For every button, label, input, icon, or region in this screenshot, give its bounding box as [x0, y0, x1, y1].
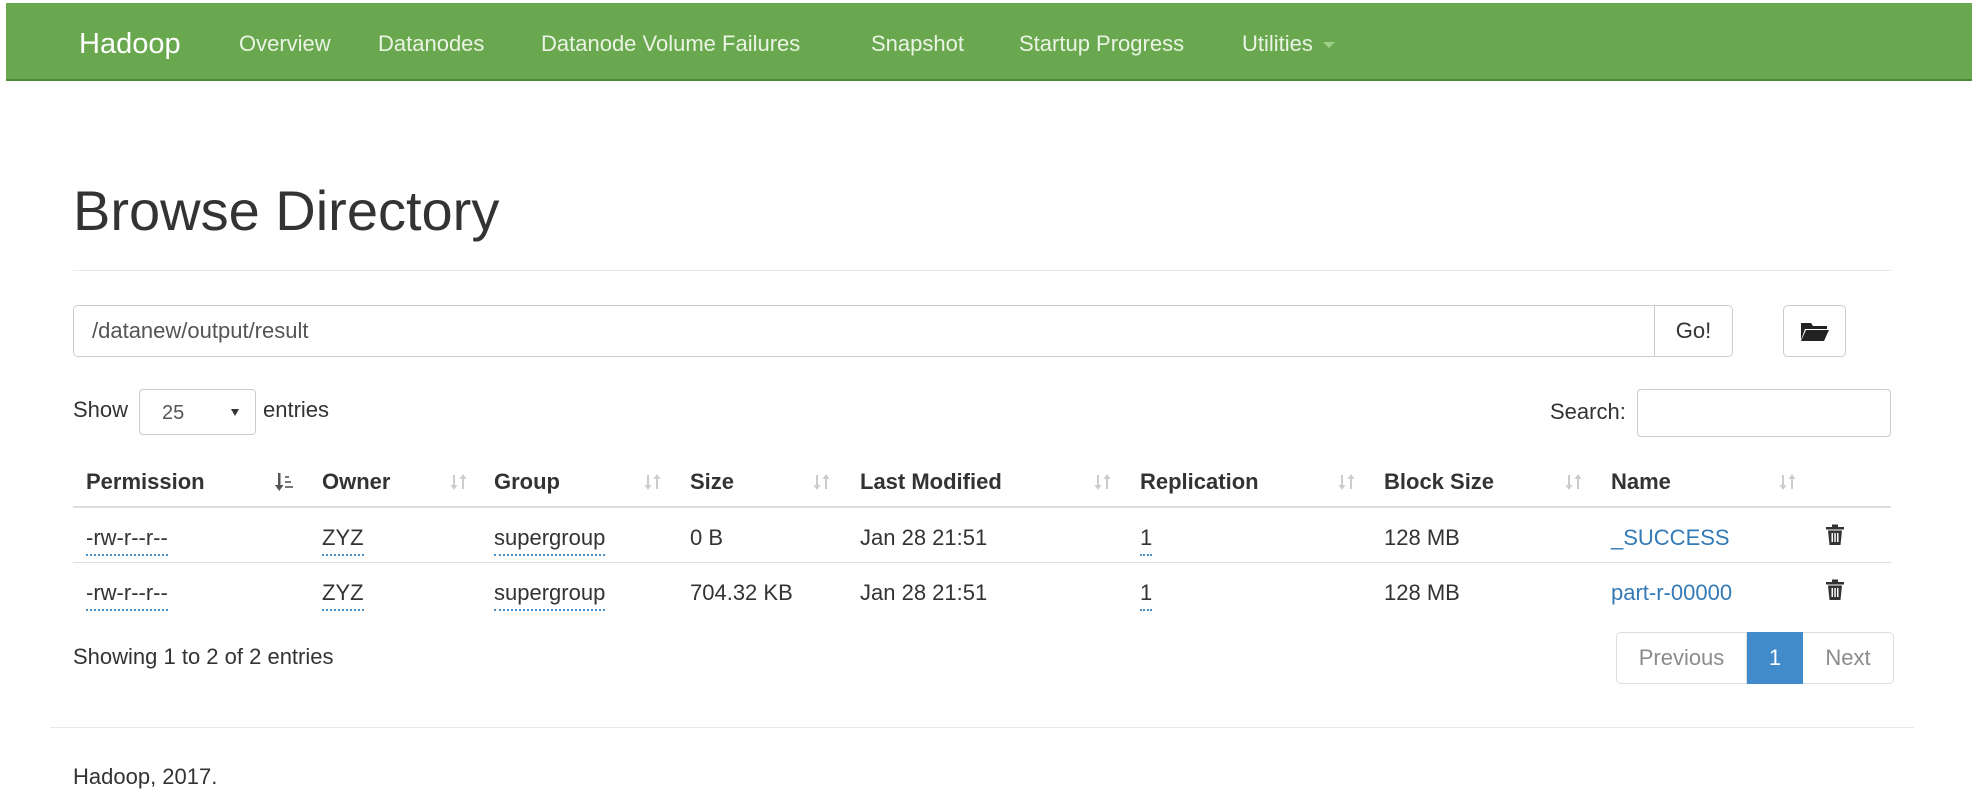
size-cell: 0 B [690, 525, 724, 550]
entries-label: entries [263, 397, 330, 422]
previous-page-button[interactable]: Previous [1616, 632, 1747, 684]
last-modified-cell: Jan 28 21:51 [860, 525, 988, 550]
trash-icon[interactable] [1825, 579, 1845, 601]
sort-both-icon[interactable] [812, 471, 832, 493]
show-label: Show [73, 397, 129, 422]
column-header-size[interactable]: Size [690, 467, 734, 497]
column-header-last-modified[interactable]: Last Modified [860, 467, 1002, 497]
sort-both-icon[interactable] [449, 471, 469, 493]
search-input[interactable] [1637, 389, 1891, 437]
column-header-replication[interactable]: Replication [1140, 467, 1259, 497]
next-page-button[interactable]: Next [1803, 632, 1894, 684]
entries-length-value: 25 [162, 402, 185, 424]
group-cell[interactable]: supergroup [494, 578, 606, 611]
sort-both-icon[interactable] [1093, 471, 1113, 493]
nav-datanodes[interactable]: Datanodes [378, 3, 484, 81]
block-size-cell: 128 MB [1384, 580, 1460, 605]
group-cell[interactable]: supergroup [494, 523, 606, 556]
file-name-link[interactable]: part-r-00000 [1611, 578, 1732, 608]
brand-logo[interactable]: Hadoop [79, 3, 181, 81]
entries-length-select[interactable]: 25 [139, 389, 256, 435]
page-1-button[interactable]: 1 [1747, 632, 1803, 684]
select-arrow-icon [231, 409, 239, 416]
sort-both-icon[interactable] [1778, 471, 1798, 493]
caret-down-icon [1322, 42, 1335, 49]
owner-cell[interactable]: ZYZ [322, 523, 364, 556]
sort-both-icon[interactable] [643, 471, 663, 493]
permission-cell[interactable]: -rw-r--r-- [86, 523, 168, 556]
replication-cell[interactable]: 1 [1140, 523, 1153, 556]
sort-both-icon[interactable] [1564, 471, 1584, 493]
footer-text: Hadoop, 2017. [73, 764, 218, 789]
column-header-owner[interactable]: Owner [322, 467, 390, 497]
table-header-divider [73, 506, 1891, 508]
nav-datanode-volume-failures[interactable]: Datanode Volume Failures [541, 3, 800, 81]
nav-utilities-label: Utilities [1242, 31, 1313, 56]
replication-cell[interactable]: 1 [1140, 578, 1153, 611]
pagination: Previous 1 Next [1616, 632, 1894, 684]
nav-snapshot[interactable]: Snapshot [871, 3, 964, 81]
page-title: Browse Directory [73, 179, 500, 242]
open-folder-button[interactable] [1783, 305, 1846, 357]
column-header-group[interactable]: Group [494, 467, 560, 497]
footer-divider [50, 727, 1914, 728]
row-divider [73, 562, 1891, 563]
trash-icon[interactable] [1825, 524, 1845, 546]
column-header-block-size[interactable]: Block Size [1384, 467, 1494, 497]
permission-cell[interactable]: -rw-r--r-- [86, 578, 168, 611]
sort-ascending-icon[interactable] [274, 471, 294, 493]
nav-utilities-dropdown[interactable]: Utilities [1242, 3, 1335, 81]
owner-cell[interactable]: ZYZ [322, 578, 364, 611]
column-header-permission[interactable]: Permission [86, 467, 205, 497]
folder-open-icon [1800, 323, 1829, 341]
nav-startup-progress[interactable]: Startup Progress [1019, 3, 1184, 81]
table-info: Showing 1 to 2 of 2 entries [73, 644, 334, 669]
last-modified-cell: Jan 28 21:51 [860, 580, 988, 605]
sort-both-icon[interactable] [1337, 471, 1357, 493]
size-cell: 704.32 KB [690, 580, 793, 605]
column-header-name[interactable]: Name [1611, 467, 1671, 497]
block-size-cell: 128 MB [1384, 525, 1460, 550]
file-name-link[interactable]: _SUCCESS [1611, 523, 1730, 553]
title-divider [73, 270, 1891, 271]
directory-path-input[interactable] [73, 305, 1655, 357]
nav-overview[interactable]: Overview [239, 3, 331, 81]
go-button[interactable]: Go! [1654, 305, 1733, 357]
search-label: Search: [1550, 399, 1626, 424]
top-navbar: Hadoop Overview Datanodes Datanode Volum… [6, 3, 1972, 81]
